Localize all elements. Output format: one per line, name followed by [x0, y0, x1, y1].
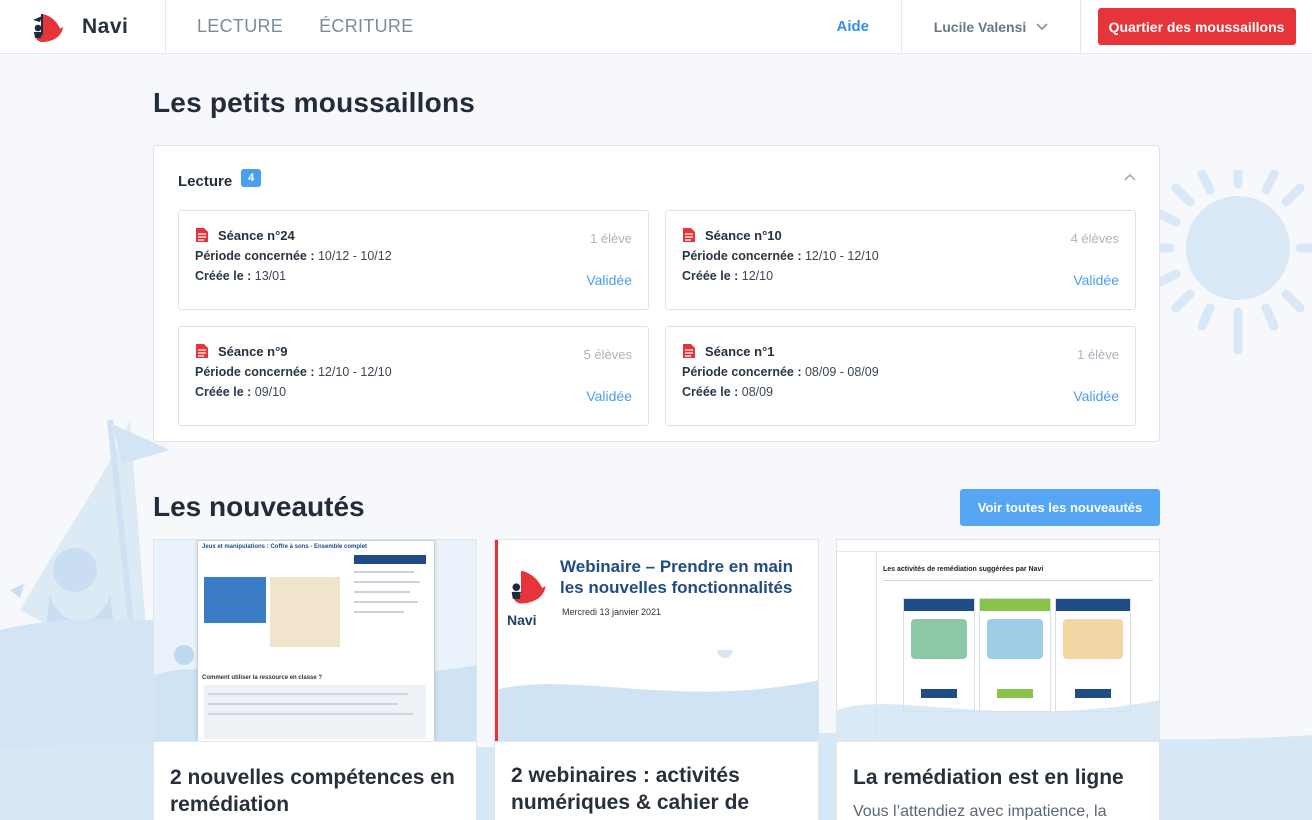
user-menu[interactable]: Lucile Valensi — [901, 0, 1081, 53]
pdf-icon — [683, 344, 695, 358]
quartier-moussaillons-button[interactable]: Quartier des moussaillons — [1097, 8, 1296, 45]
session-card[interactable]: Séance n°10 Période concernée : 12/10 - … — [665, 210, 1136, 310]
brand[interactable]: Navi — [0, 0, 166, 53]
user-name: Lucile Valensi — [933, 18, 1027, 35]
navi-logo-icon — [33, 13, 63, 42]
nav-lecture[interactable]: LECTURE — [197, 16, 283, 37]
session-title: Séance n°24 — [218, 227, 295, 243]
main-nav: LECTURE ÉCRITURE — [166, 0, 414, 53]
news-card[interactable]: Navi Webinaire – Prendre en main les nou… — [494, 539, 819, 820]
pdf-icon — [196, 228, 208, 242]
news-card-title: 2 nouvelles compétences en remédiation — [170, 766, 455, 816]
news-image: Jeux et manipulations : Coffre à sons - … — [154, 540, 476, 742]
student-count: 4 élèves — [1070, 231, 1119, 246]
panel-header[interactable]: Lecture 4 — [154, 146, 1159, 194]
session-created: Créée le : 08/09 — [682, 385, 774, 399]
session-card[interactable]: Séance n°1 Période concernée : 08/09 - 0… — [665, 326, 1136, 426]
session-period: Période concernée : 12/10 - 12/10 — [195, 365, 392, 379]
navi-logo-icon — [511, 570, 546, 604]
news-card[interactable]: Jeux et manipulations : Coffre à sons - … — [153, 539, 477, 820]
chevron-down-icon — [1036, 22, 1048, 30]
status-label: Validée — [1073, 388, 1119, 404]
resource-screenshot: Jeux et manipulations : Coffre à sons - … — [197, 540, 435, 741]
session-period: Période concernée : 08/09 - 08/09 — [682, 365, 879, 379]
see-all-news-button[interactable]: Voir toutes les nouveautés — [960, 488, 1160, 526]
session-created: Créée le : 09/10 — [195, 385, 287, 399]
news-card-title: 2 webinaires : activités numériques & ca… — [511, 764, 750, 820]
session-card[interactable]: Séance n°9 Période concernée : 12/10 - 1… — [178, 326, 649, 426]
brand-name: Navi — [82, 14, 129, 38]
news-card-desc: Vous l’attendiez avec impatience, la — [853, 803, 1107, 820]
pdf-icon — [196, 344, 208, 358]
top-navbar: Navi LECTURE ÉCRITURE Aide Lucile Valens… — [0, 0, 1312, 54]
news-grid: Jeux et manipulations : Coffre à sons - … — [153, 539, 1160, 820]
sessions-grid: Séance n°24 Période concernée : 10/12 - … — [178, 210, 1136, 426]
news-image: Navi Webinaire – Prendre en main les nou… — [495, 540, 818, 742]
session-created: Créée le : 12/10 — [682, 269, 774, 283]
status-label: Validée — [586, 272, 632, 288]
news-image: Les activités de remédiation suggérées p… — [837, 540, 1159, 742]
session-period: Période concernée : 12/10 - 12/10 — [682, 249, 879, 263]
main-content: Les petits moussaillons Lecture 4 Séance… — [153, 54, 1160, 820]
session-title: Séance n°9 — [218, 343, 288, 359]
status-label: Validée — [1073, 272, 1119, 288]
sun-decoration — [1143, 170, 1312, 355]
nav-ecriture[interactable]: ÉCRITURE — [319, 16, 413, 37]
session-period: Période concernée : 10/12 - 10/12 — [195, 249, 392, 263]
pdf-icon — [683, 228, 695, 242]
news-card[interactable]: Les activités de remédiation suggérées p… — [836, 539, 1160, 820]
help-link[interactable]: Aide — [836, 0, 901, 53]
student-count: 1 élève — [1077, 347, 1119, 362]
session-card[interactable]: Séance n°24 Période concernée : 10/12 - … — [178, 210, 649, 310]
class-title: Les petits moussaillons — [153, 87, 476, 118]
news-header: Les nouveautés Voir toutes les nouveauté… — [153, 488, 1160, 526]
news-card-title: La remédiation est en ligne — [853, 766, 1124, 789]
session-title: Séance n°10 — [705, 227, 782, 243]
session-title: Séance n°1 — [705, 343, 775, 359]
status-label: Validée — [586, 388, 632, 404]
student-count: 1 élève — [590, 231, 632, 246]
student-count: 5 élèves — [583, 347, 632, 362]
session-created: Créée le : 13/01 — [195, 269, 287, 283]
chevron-up-icon[interactable] — [1123, 170, 1137, 184]
news-title: Les nouveautés — [153, 491, 365, 522]
panel-title: Lecture — [178, 172, 233, 190]
lecture-panel: Lecture 4 Séance n°24 Période concernée … — [153, 145, 1160, 442]
count-badge: 4 — [241, 169, 262, 187]
